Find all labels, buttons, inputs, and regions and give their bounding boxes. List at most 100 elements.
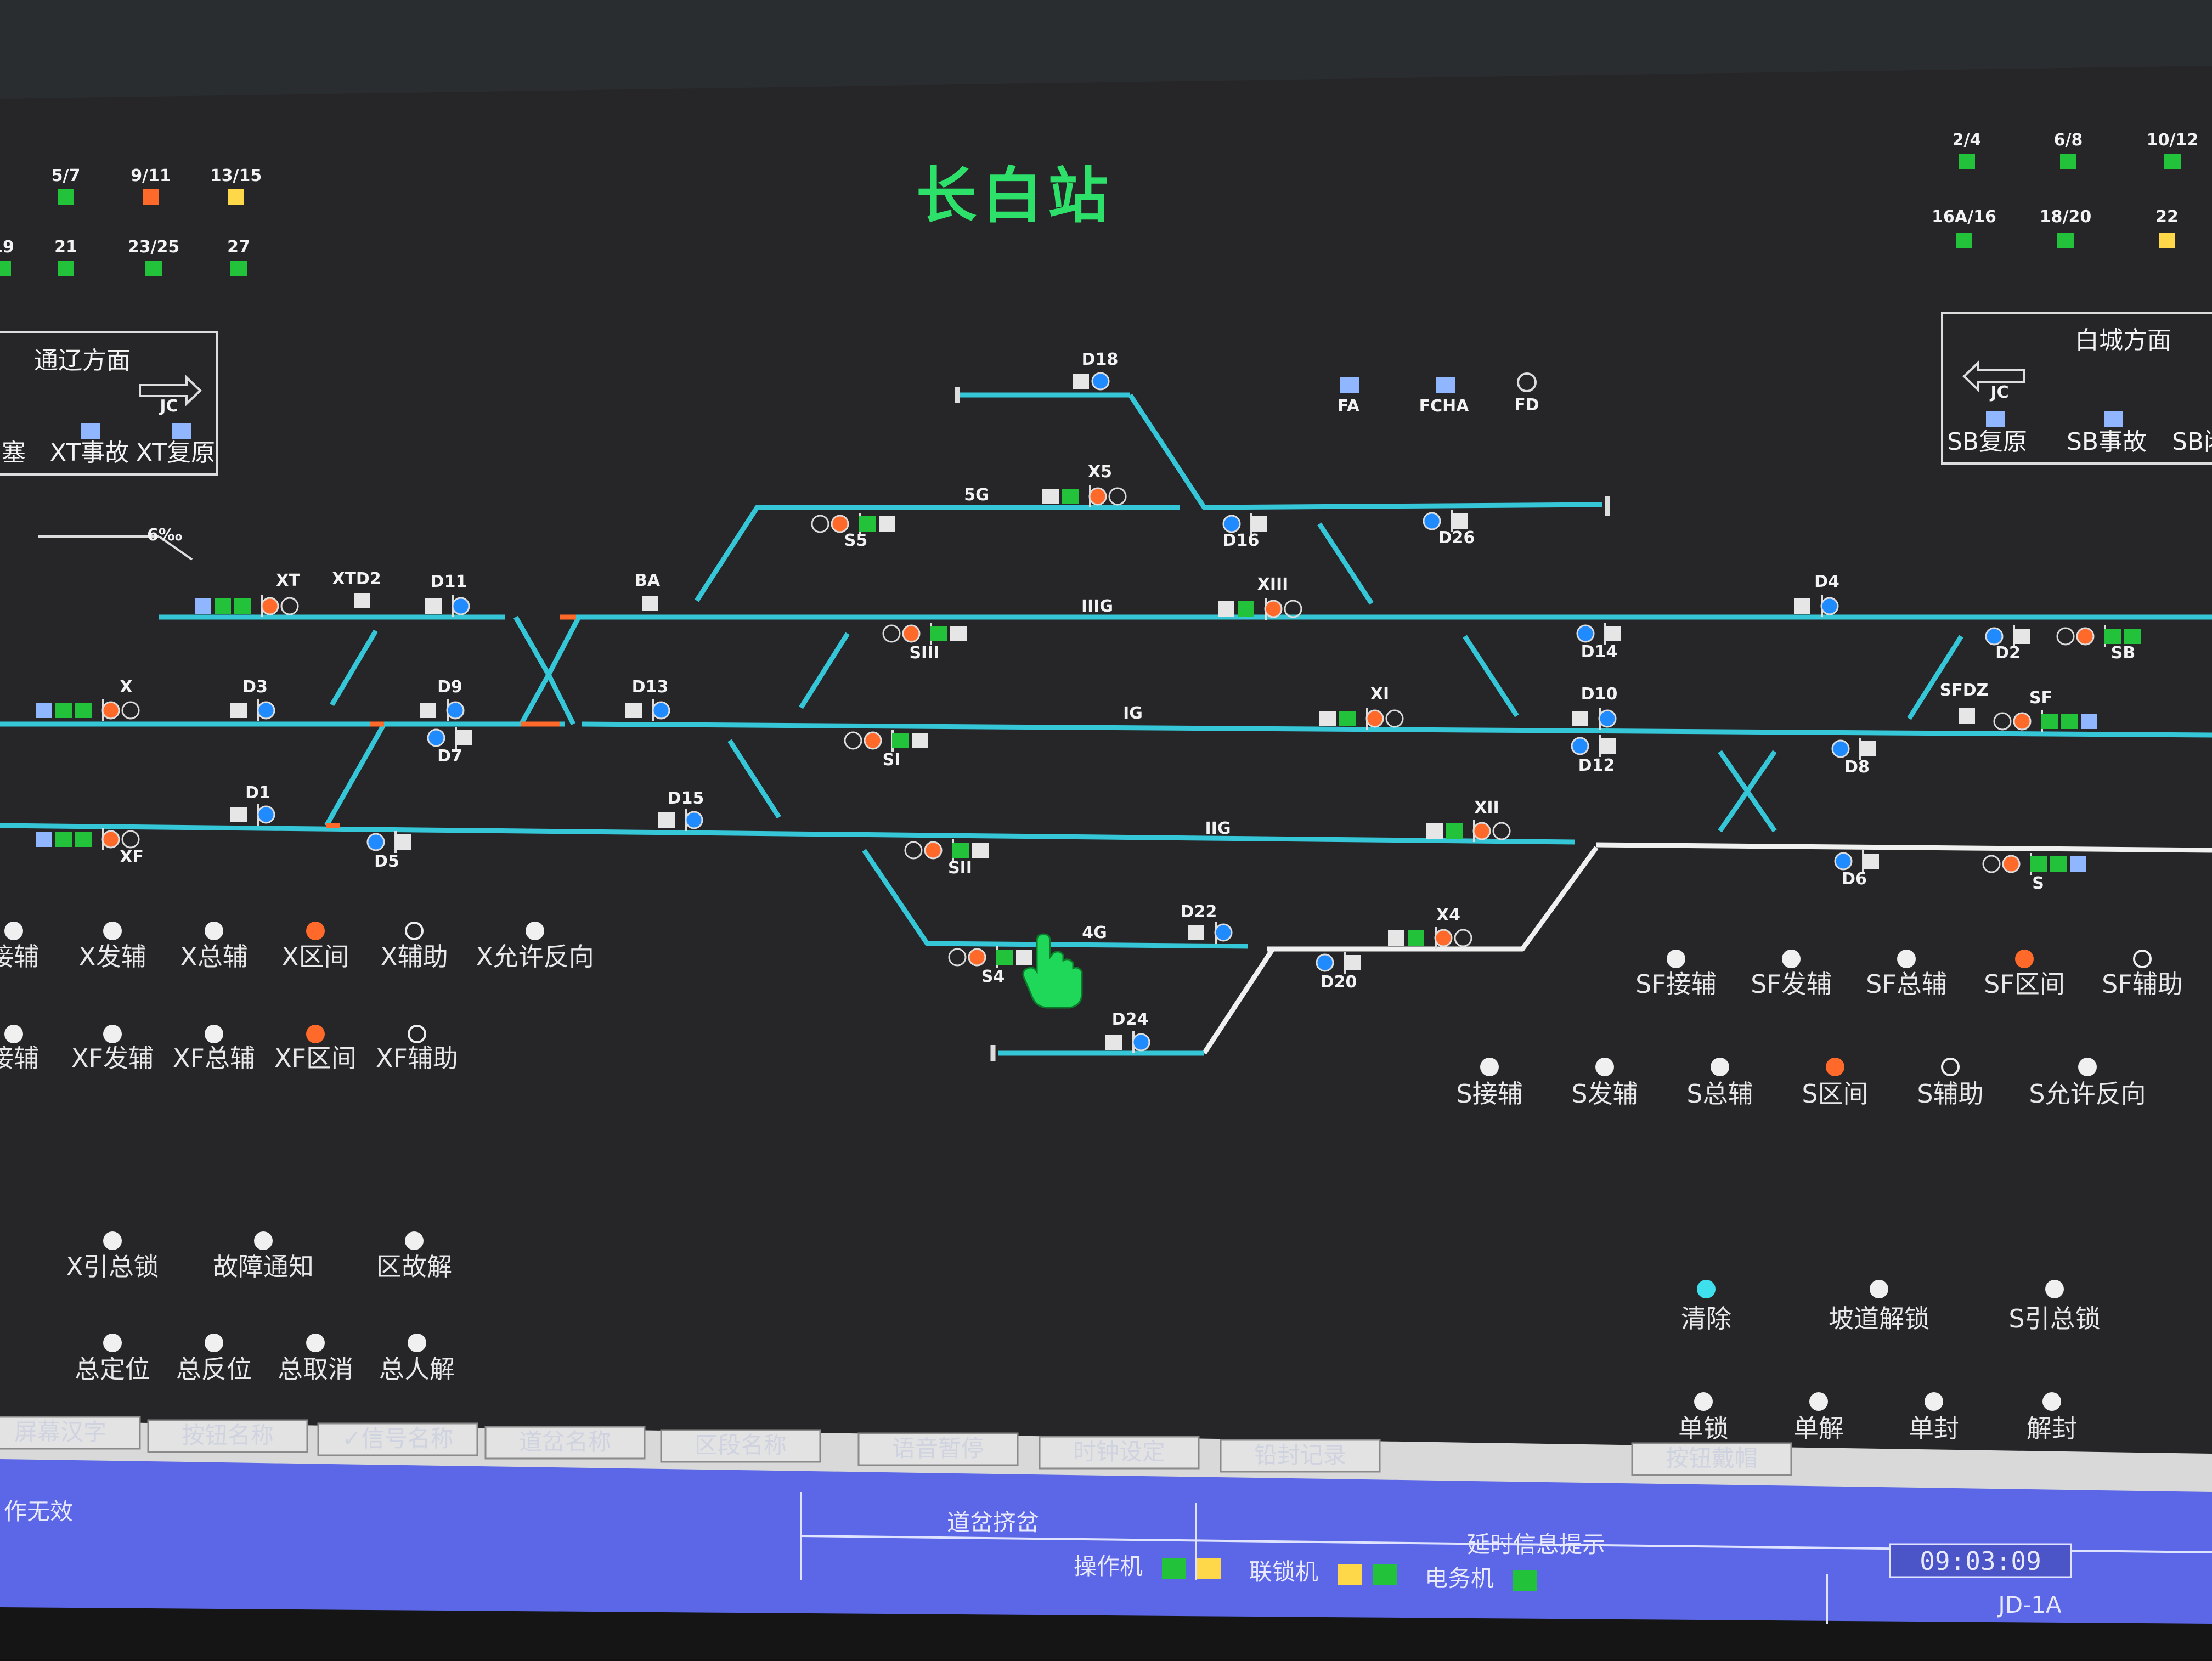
signal-button-green[interactable] [2061, 714, 2078, 729]
signal-button-blue[interactable] [2070, 856, 2086, 872]
switch-group-indicator[interactable] [145, 261, 162, 276]
signal-button-green[interactable] [1408, 930, 1424, 946]
signal-lamp-blue[interactable] [452, 597, 470, 615]
signal-lamp-red[interactable] [1434, 929, 1453, 947]
signal-button-green[interactable] [930, 626, 947, 641]
signal-button-white[interactable] [1073, 374, 1089, 389]
signal-button-white[interactable] [230, 807, 247, 822]
signal-button-white[interactable] [658, 812, 675, 828]
control-button-label[interactable]: XF发辅 [71, 1043, 154, 1073]
control-button-dot[interactable] [2045, 1280, 2064, 1298]
signal-button-green[interactable] [2050, 856, 2067, 872]
signal-lamp-blue[interactable] [427, 728, 445, 747]
toolbar-tab-label[interactable]: 按钮戴帽 [1666, 1445, 1758, 1472]
signal-lamp-blue[interactable] [1222, 515, 1241, 533]
signal-button-white[interactable] [230, 703, 247, 718]
switch-group-indicator[interactable] [58, 261, 74, 276]
signal-lamp-red[interactable] [1264, 600, 1283, 618]
control-button-dot[interactable] [2015, 950, 2034, 968]
fa-indicator[interactable] [1340, 377, 1359, 393]
signal-button-green[interactable] [892, 733, 909, 748]
toolbar-tab-label[interactable]: 铅封记录 [1254, 1442, 1346, 1468]
signal-lamp-blue[interactable] [1820, 597, 1839, 615]
control-button-label[interactable]: SF区间 [1984, 969, 2065, 999]
control-button-dot[interactable] [205, 1334, 223, 1352]
signal-lamp-blue[interactable] [1423, 512, 1441, 530]
sb-block-button[interactable]: SB闭 [2172, 428, 2212, 456]
signal-button-green[interactable] [1062, 489, 1079, 504]
toolbar-tab-label[interactable]: 屏幕汉字 [14, 1419, 106, 1445]
signal-button-blue[interactable] [36, 832, 52, 847]
control-button-dot[interactable] [1897, 950, 1916, 968]
control-button-label[interactable]: 解封 [2027, 1414, 2077, 1443]
control-button-label[interactable]: X总辅 [180, 942, 248, 971]
control-button-dot[interactable] [306, 1025, 325, 1043]
signal-lamp-red[interactable] [2013, 712, 2032, 731]
control-button-label[interactable]: 清除 [1681, 1304, 1731, 1334]
control-button-dot[interactable] [526, 922, 544, 940]
sb-accident-button[interactable]: SB事故 [2067, 428, 2147, 456]
signal-button-white[interactable] [1042, 489, 1059, 504]
signal-lamp-blue[interactable] [1571, 737, 1589, 755]
signal-button-green[interactable] [75, 703, 92, 718]
signal-button-white[interactable] [1426, 823, 1443, 839]
control-button-label[interactable]: 总人解 [379, 1354, 455, 1384]
control-button-label[interactable]: XF区间 [274, 1043, 357, 1073]
signal-lamp-red[interactable] [1365, 709, 1384, 728]
control-button-label[interactable]: S辅助 [1917, 1079, 1983, 1109]
control-button-label[interactable]: 单解 [1793, 1414, 1844, 1443]
control-button-dot[interactable] [4, 922, 23, 940]
control-button-label[interactable]: SF接辅 [1635, 969, 1717, 999]
signal-button-green[interactable] [55, 703, 72, 718]
toolbar-tab-label[interactable]: 语音暂停 [892, 1435, 984, 1462]
control-button-dot[interactable] [103, 1025, 122, 1043]
signal-lamp-blue[interactable] [257, 805, 275, 824]
control-button-dot[interactable] [4, 1025, 23, 1043]
signal-lamp-blue[interactable] [1831, 739, 1850, 758]
signal-lamp-red[interactable] [831, 515, 849, 533]
signal-lamp-blue[interactable] [1834, 852, 1853, 871]
toolbar-tab-label[interactable]: 按钮名称 [182, 1422, 274, 1449]
signal-button-green[interactable] [234, 598, 251, 614]
control-button-dot[interactable] [2078, 1058, 2097, 1076]
signal-button-green[interactable] [859, 516, 876, 532]
signal-button-white[interactable] [1794, 598, 1810, 614]
control-button-label[interactable]: 总反位 [176, 1354, 252, 1384]
signal-button-blue[interactable] [2081, 714, 2097, 729]
signal-lamp-red[interactable] [968, 948, 986, 967]
signal-button-white[interactable] [1599, 738, 1616, 754]
switch-group-indicator[interactable] [228, 189, 244, 205]
control-button-label[interactable]: S允许反向 [2029, 1079, 2146, 1109]
signal-button-green[interactable] [1238, 601, 1254, 617]
signal-button-green[interactable] [2030, 856, 2047, 872]
control-button-dot[interactable] [408, 1334, 426, 1352]
signal-button-white[interactable] [1188, 925, 1204, 940]
control-button-label[interactable]: S接辅 [1456, 1079, 1522, 1109]
signal-lamp-blue[interactable] [1598, 709, 1617, 728]
signal-button-white[interactable] [455, 730, 472, 745]
control-button-label[interactable]: X区间 [281, 942, 349, 971]
switch-group-indicator[interactable] [0, 261, 11, 276]
control-button-label[interactable]: X允许反向 [476, 942, 594, 971]
signal-lamp-blue[interactable] [1091, 372, 1110, 391]
signal-button-white[interactable] [879, 516, 895, 532]
signal-lamp-blue[interactable] [652, 701, 670, 720]
control-button-dot[interactable] [405, 1231, 424, 1250]
signal-lamp-red[interactable] [101, 701, 120, 720]
control-button-label[interactable]: 单封 [1909, 1414, 1959, 1443]
toolbar-tab-label[interactable]: 道岔名称 [519, 1428, 611, 1455]
signal-button-white[interactable] [950, 626, 967, 641]
switch-group-indicator[interactable] [1959, 154, 1975, 169]
control-button-dot[interactable] [306, 1334, 325, 1352]
signal-lamp-blue[interactable] [1576, 624, 1595, 643]
control-button-label[interactable]: SF辅助 [2102, 969, 2183, 999]
signal-lamp-red[interactable] [1088, 487, 1107, 506]
control-button-label[interactable]: S区间 [1802, 1079, 1868, 1109]
signal-button-green[interactable] [1446, 823, 1463, 839]
switch-group-indicator[interactable] [58, 189, 74, 205]
signal-lamp-blue[interactable] [446, 701, 465, 720]
control-button-dot[interactable] [2042, 1392, 2061, 1411]
signal-lamp-blue[interactable] [366, 833, 385, 851]
control-button-dot[interactable] [254, 1231, 273, 1250]
signal-button-white[interactable] [1344, 955, 1361, 970]
